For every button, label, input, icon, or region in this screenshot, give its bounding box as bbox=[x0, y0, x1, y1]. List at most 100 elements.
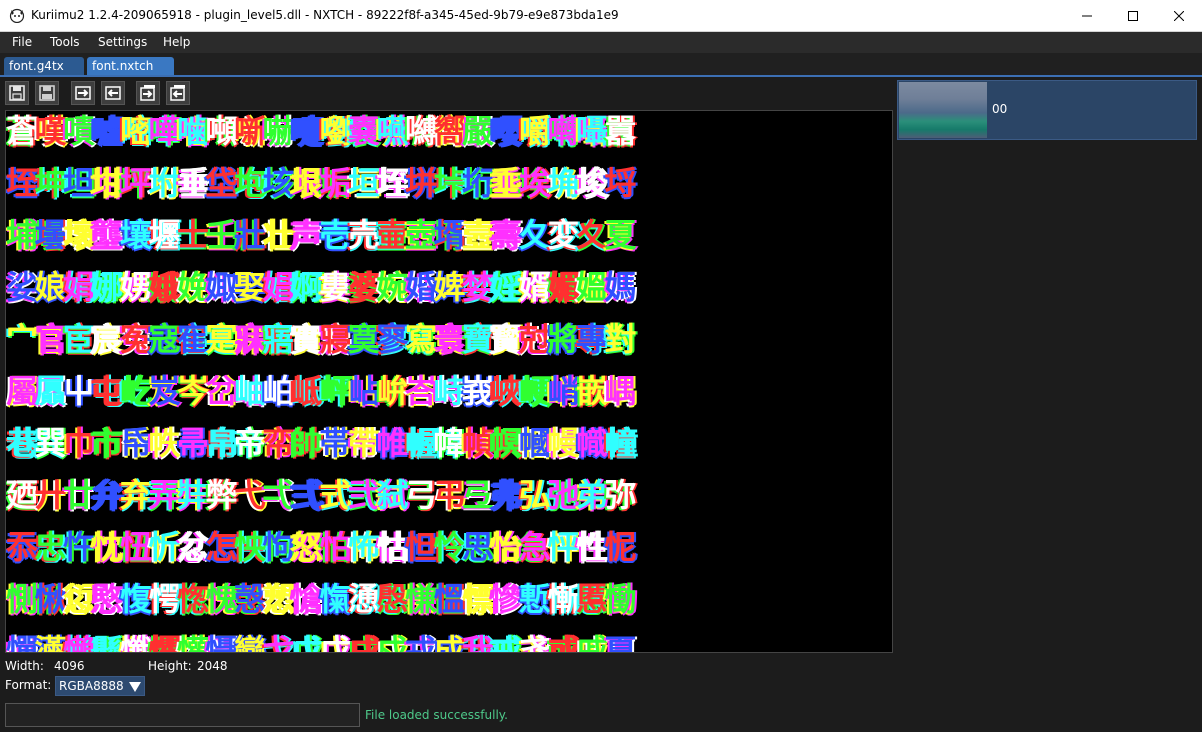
glyph: 愕 bbox=[148, 580, 182, 618]
glyph: 弔 bbox=[433, 476, 467, 514]
glyph: 寉 bbox=[177, 320, 211, 358]
tab-font-nxtch[interactable]: font.nxtch bbox=[87, 57, 174, 75]
glyph: 媚 bbox=[547, 268, 581, 306]
glyph: 慝 bbox=[576, 580, 610, 618]
glyph: 婆 bbox=[348, 268, 382, 306]
glyph: 囁 bbox=[576, 112, 610, 150]
import-button[interactable] bbox=[101, 81, 125, 105]
glyph: 峽 bbox=[490, 372, 524, 410]
glyph: 娚 bbox=[120, 268, 154, 306]
menu-tools[interactable]: Tools bbox=[50, 35, 80, 49]
glyph: 壺 bbox=[405, 216, 439, 254]
glyph: 懶 bbox=[63, 632, 97, 653]
glyph: 屬 bbox=[6, 372, 40, 410]
glyph: 巽 bbox=[34, 424, 68, 462]
glyph: 婪 bbox=[462, 268, 496, 306]
import-all-icon bbox=[170, 85, 185, 101]
glyph: 屹 bbox=[120, 372, 154, 410]
glyph: 囂 bbox=[604, 112, 638, 150]
glyph: 嚮 bbox=[433, 112, 467, 150]
glyph: 埈 bbox=[576, 164, 610, 202]
glyph: 帙 bbox=[148, 424, 182, 462]
width-label: Width: bbox=[5, 659, 44, 673]
glyph: 娑 bbox=[6, 268, 40, 306]
glyph: 寞 bbox=[348, 320, 382, 358]
glyph: 愾 bbox=[319, 580, 353, 618]
glyph: 弁 bbox=[91, 476, 125, 514]
glyph: 変 bbox=[547, 216, 581, 254]
menu-help[interactable]: Help bbox=[163, 35, 190, 49]
glyph: 怡 bbox=[490, 528, 524, 566]
export-all-icon bbox=[140, 85, 155, 101]
glyph: 幀 bbox=[462, 424, 496, 462]
image-editor: 蒼嘆嘖嘘嘧嘩噛噸噺嚇嚏嚠嚢嚥嚩嚮嚴嚶嚼囀囁囂 垤坤坦坩坪坿垂垈垉垓垠垢垣垤垪垰垳埀… bbox=[0, 77, 1202, 732]
glyph: 娼 bbox=[262, 268, 296, 306]
glyph: 岑 bbox=[177, 372, 211, 410]
glyph: 尅 bbox=[519, 320, 553, 358]
glyph: 婉 bbox=[376, 268, 410, 306]
glyph: 壜 bbox=[34, 216, 68, 254]
glyph-row: 屬屭屮屯屹岌岑岔岫岶岻岼岾峅峇峙峩峽峺峭嵌嵎 bbox=[6, 365, 892, 417]
glyph: 式 bbox=[319, 476, 353, 514]
glyph: 埃 bbox=[519, 164, 553, 202]
glyph: 慘 bbox=[490, 580, 524, 618]
image-list-item[interactable]: 00 bbox=[897, 80, 1197, 140]
glyph: 弌 bbox=[262, 476, 296, 514]
glyph: 坤 bbox=[34, 164, 68, 202]
glyph: 愨 bbox=[234, 580, 268, 618]
glyph: 或 bbox=[547, 632, 581, 653]
glyph: 弓 bbox=[405, 476, 439, 514]
glyph: 懽 bbox=[177, 632, 211, 653]
menu-settings[interactable]: Settings bbox=[98, 35, 147, 49]
glyph: 壻 bbox=[433, 216, 467, 254]
glyph: 怛 bbox=[405, 528, 439, 566]
glyph: 媽 bbox=[604, 268, 638, 306]
glyph: 愍 bbox=[91, 580, 125, 618]
save-as-button[interactable] bbox=[35, 81, 59, 105]
glyph: 成 bbox=[433, 632, 467, 653]
image-canvas[interactable]: 蒼嘆嘖嘘嘧嘩噛噸噺嚇嚏嚠嚢嚥嚩嚮嚴嚶嚼囀囁囂 垤坤坦坩坪坿垂垈垉垓垠垢垣垤垪垰垳埀… bbox=[5, 110, 893, 653]
glyph: 埒 bbox=[604, 164, 638, 202]
glyph: 夂 bbox=[519, 216, 553, 254]
glyph: 惻 bbox=[6, 580, 40, 618]
glyph: 急 bbox=[519, 528, 553, 566]
tab-font-g4tx[interactable]: font.g4tx bbox=[4, 57, 84, 75]
glyph: 嵎 bbox=[604, 372, 638, 410]
export-all-button[interactable] bbox=[136, 81, 160, 105]
glyph: 岾 bbox=[348, 372, 382, 410]
save-as-icon bbox=[39, 85, 55, 101]
glyph: 戉 bbox=[291, 632, 325, 653]
status-input[interactable] bbox=[5, 703, 360, 727]
glyph: 宀 bbox=[6, 320, 40, 358]
import-all-button[interactable] bbox=[166, 81, 190, 105]
glyph: 囀 bbox=[547, 112, 581, 150]
glyph: 忻 bbox=[148, 528, 182, 566]
glyph: 怎 bbox=[205, 528, 239, 566]
glyph: 幢 bbox=[604, 424, 638, 462]
glyph: 幔 bbox=[547, 424, 581, 462]
glyph: 懾 bbox=[205, 632, 239, 653]
glyph: 弥 bbox=[604, 476, 638, 514]
glyph: 嘆 bbox=[34, 112, 68, 150]
glyph: 壥 bbox=[148, 216, 182, 254]
glyph: 垪 bbox=[405, 164, 439, 202]
maximize-button[interactable] bbox=[1110, 0, 1156, 31]
glyph: 忱 bbox=[91, 528, 125, 566]
glyph: 怒 bbox=[291, 528, 325, 566]
glyph: 壤 bbox=[120, 216, 154, 254]
format-dropdown[interactable]: RGBA8888 bbox=[55, 676, 145, 696]
minimize-button[interactable] bbox=[1064, 0, 1110, 31]
save-button[interactable] bbox=[5, 81, 29, 105]
close-button[interactable] bbox=[1156, 0, 1202, 31]
glyph: 嚩 bbox=[405, 112, 439, 150]
glyph: 坩 bbox=[91, 164, 125, 202]
glyph: 忝 bbox=[6, 528, 40, 566]
glyph: 怩 bbox=[604, 528, 638, 566]
glyph: 壷 bbox=[376, 216, 410, 254]
glyph-row: 蒼嘆嘖嘘嘧嘩噛噸噺嚇嚏嚠嚢嚥嚩嚮嚴嚶嚼囀囁囂 bbox=[6, 111, 892, 157]
export-button[interactable] bbox=[71, 81, 95, 105]
glyph: 嚼 bbox=[519, 112, 553, 150]
menu-file[interactable]: File bbox=[12, 35, 32, 49]
glyph: 壮 bbox=[262, 216, 296, 254]
glyph: 愧 bbox=[205, 580, 239, 618]
